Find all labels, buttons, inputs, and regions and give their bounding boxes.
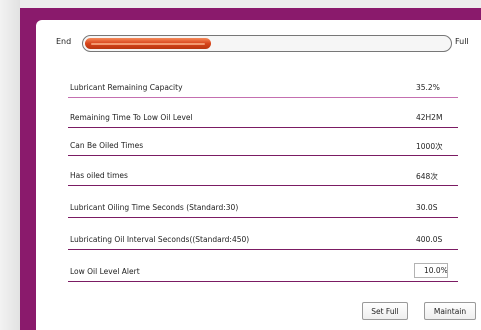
row-divider	[68, 127, 458, 128]
row-divider	[68, 281, 458, 282]
gauge-track	[82, 35, 452, 52]
row-has-oiled-times: Has oiled times 648次	[68, 166, 478, 188]
row-label: Lubricant Oiling Time Seconds (Standard:…	[70, 203, 239, 212]
window-background	[0, 0, 20, 330]
low-oil-alert-input[interactable]	[414, 263, 448, 278]
low-oil-alert-label: Low Oil Level Alert	[70, 267, 140, 276]
row-label: Can Be Oiled Times	[70, 141, 144, 150]
row-value: 42H2M	[416, 113, 443, 122]
maintain-button[interactable]: Maintain	[424, 302, 476, 320]
row-oiling-time: Lubricant Oiling Time Seconds (Standard:…	[68, 198, 478, 220]
lubrication-panel: End Full Lubricant Remaining Capacity 35…	[36, 20, 481, 330]
oil-level-gauge: End Full	[36, 34, 481, 54]
set-full-button[interactable]: Set Full	[362, 302, 408, 320]
row-label: Has oiled times	[70, 171, 128, 180]
row-value: 30.0S	[416, 203, 438, 212]
row-label: Lubricating Oil Interval Seconds((Standa…	[70, 235, 250, 244]
row-low-oil-alert: Low Oil Level Alert	[68, 262, 478, 284]
row-label: Lubricant Remaining Capacity	[70, 83, 183, 92]
action-bar: Set Full Maintain	[36, 302, 481, 322]
row-divider	[68, 97, 458, 98]
row-value: 648次	[416, 172, 438, 181]
row-value: 35.2%	[416, 83, 440, 92]
row-divider	[68, 155, 458, 156]
gauge-fill	[85, 38, 211, 49]
row-remaining-time: Remaining Time To Low Oil Level 42H2M	[68, 108, 478, 130]
row-remaining-capacity: Lubricant Remaining Capacity 35.2%	[68, 78, 478, 100]
row-divider	[68, 185, 458, 186]
row-divider	[68, 217, 458, 218]
row-can-be-oiled-times: Can Be Oiled Times 1000次	[68, 136, 478, 158]
row-divider	[68, 249, 458, 250]
row-label: Remaining Time To Low Oil Level	[70, 113, 193, 122]
row-value: 400.0S	[416, 235, 443, 244]
gauge-full-label: Full	[455, 37, 469, 46]
row-value: 1000次	[416, 142, 443, 151]
row-oil-interval: Lubricating Oil Interval Seconds((Standa…	[68, 230, 478, 252]
gauge-end-label: End	[56, 37, 72, 46]
